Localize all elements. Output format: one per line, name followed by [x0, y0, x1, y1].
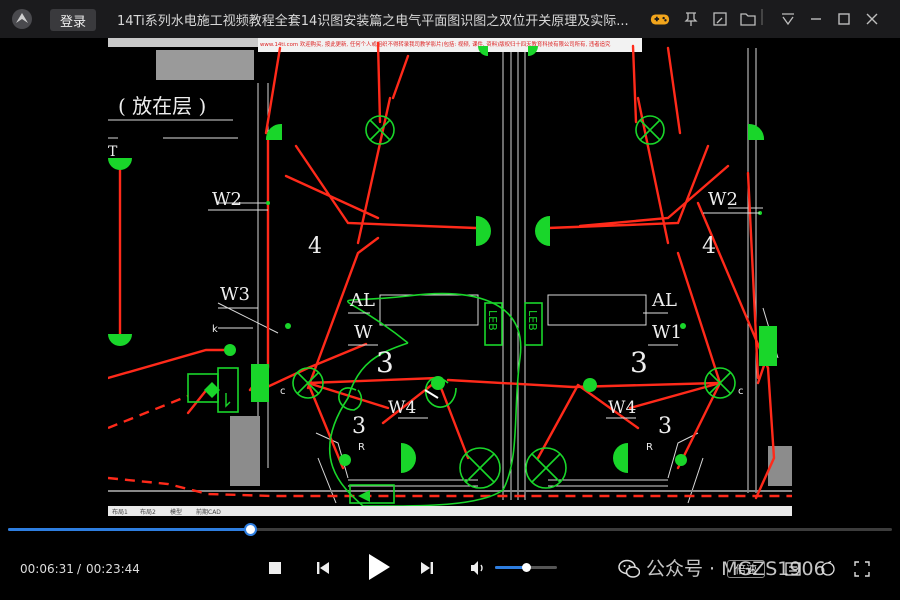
cad-tab[interactable]: 布局1: [112, 507, 128, 516]
speed-button[interactable]: 倍速: [727, 560, 765, 578]
stop-button[interactable]: [266, 559, 284, 577]
titlebar-divider: [761, 9, 763, 25]
fullscreen-icon: [854, 561, 870, 577]
progress-bar[interactable]: [8, 523, 892, 536]
app-logo-icon: [12, 9, 32, 29]
cad-label-3-low-left: 3: [352, 414, 366, 439]
maximize-icon[interactable]: [834, 9, 854, 29]
cad-label-4-left: 4: [308, 234, 322, 259]
minimize-icon[interactable]: [806, 9, 826, 29]
stop-icon: [269, 562, 281, 574]
volume-handle[interactable]: [522, 563, 531, 572]
cad-tab[interactable]: 模型: [170, 507, 182, 516]
video-frame[interactable]: www.14ti.com 欢迎购买, 按此更新, 任何个人或组织不得转录我司教学…: [108, 38, 792, 516]
progress-handle[interactable]: [244, 523, 258, 536]
playlist-icon: [785, 562, 801, 576]
play-icon: [369, 554, 390, 580]
cad-floor-label: ( 放在层 ): [118, 94, 207, 118]
cad-label-w3: W3: [220, 284, 250, 305]
cad-label-3-left: 3: [376, 346, 394, 379]
login-button[interactable]: 登录: [50, 9, 96, 31]
folder-icon[interactable]: [738, 9, 758, 29]
cad-label-r-left: R: [358, 442, 365, 453]
progress-fill: [8, 528, 251, 531]
close-icon[interactable]: [862, 9, 882, 29]
cad-label-3-right: 3: [630, 346, 648, 379]
cad-tab[interactable]: 布局2: [140, 507, 156, 516]
cad-label-k: k: [212, 324, 218, 335]
current-time: 00:06:31: [20, 562, 74, 576]
cad-tab[interactable]: 前期CAD: [196, 507, 221, 516]
cad-layout-tabs: 布局1 布局2 模型 前期CAD: [108, 506, 792, 516]
next-button[interactable]: [417, 558, 437, 578]
cad-label-c-right: c: [738, 386, 744, 397]
fullscreen-button[interactable]: [852, 560, 872, 578]
title-bar: 登录 14Ti系列水电施工视频教程全套14识图安装篇之电气平面图识图之双位开关原…: [0, 0, 900, 38]
volume-icon: [471, 561, 483, 575]
cad-label-r-right: R: [646, 442, 653, 453]
cad-label-w1-right: W1: [652, 322, 682, 343]
skip-previous-icon: [317, 562, 329, 574]
time-separator: /: [77, 562, 82, 576]
cad-label-al-left: AL: [350, 290, 375, 311]
play-button[interactable]: [364, 552, 394, 582]
pin-icon[interactable]: [681, 9, 701, 29]
previous-button[interactable]: [313, 558, 333, 578]
note-icon[interactable]: [710, 9, 730, 29]
player-controls: 00:06:31 / 00:23:44 公众号 · MGZS1906 倍速: [0, 540, 900, 600]
cad-label-tr: T: [108, 144, 118, 160]
cad-label-w4-left: W4: [388, 398, 417, 418]
list-button[interactable]: [783, 560, 803, 578]
menu-dropdown-icon[interactable]: [778, 9, 798, 29]
cad-label-leb-left: LEB: [486, 310, 499, 331]
cad-drawing: [108, 41, 792, 507]
cad-label-3-low-right: 3: [658, 414, 672, 439]
cad-label-al-right: AL: [652, 290, 677, 311]
cad-label-4-right: 4: [702, 234, 716, 259]
loop-icon: [821, 561, 835, 576]
cad-label-leb-right: LEB: [526, 310, 539, 331]
cad-label-w2-right: W2: [708, 189, 738, 210]
window-title: 14Ti系列水电施工视频教程全套14识图安装篇之电气平面图识图之双位开关原理及实…: [117, 14, 629, 29]
cad-label-c-left: c: [280, 386, 286, 397]
gamepad-icon[interactable]: [650, 9, 670, 29]
wechat-icon: [618, 559, 640, 578]
cad-label-w-left: W: [354, 322, 373, 343]
skip-next-icon: [421, 562, 433, 574]
loop-button[interactable]: [818, 560, 838, 578]
cad-label-w4-right: W4: [608, 398, 637, 418]
volume-slider[interactable]: [495, 563, 557, 572]
volume-button[interactable]: [468, 558, 488, 578]
total-time: 00:23:44: [86, 562, 140, 576]
cad-label-w2-left: W2: [212, 189, 242, 210]
